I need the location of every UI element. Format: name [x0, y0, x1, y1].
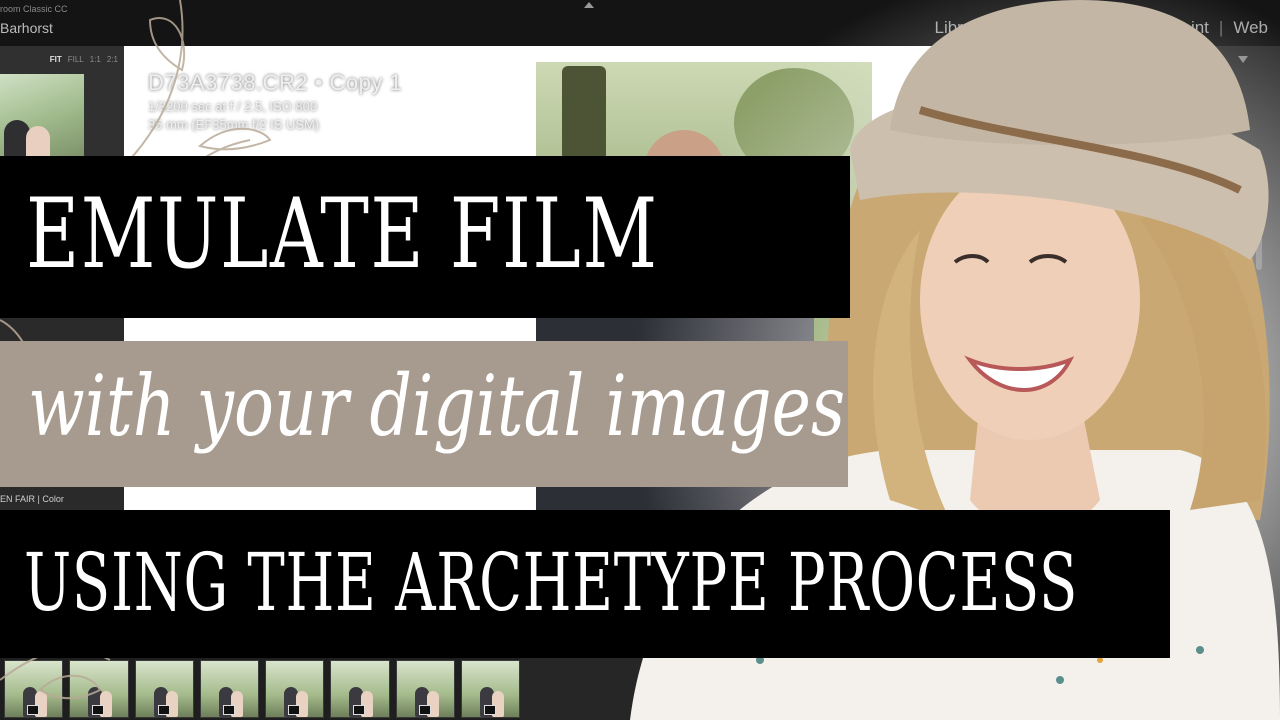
navigator-zoom-option[interactable]: FILL	[68, 55, 84, 64]
photo-exposure: 1/3200 sec at f / 2.5, ISO 800	[148, 99, 318, 114]
title-banner-middle: with your digital images	[0, 341, 848, 487]
filmstrip-thumbnail[interactable]	[460, 660, 520, 718]
navigator-zoom-option[interactable]: FIT	[50, 55, 62, 64]
thumbnail-badge-icon	[92, 705, 105, 715]
navigator-zoom-options: FIT FILL 1:1 2:1	[0, 50, 124, 68]
filmstrip-thumbnail[interactable]	[265, 660, 325, 718]
title-line-archetype-process: USING THE ARCHETYPE PROCESS	[24, 536, 1079, 629]
filmstrip-thumbnail[interactable]	[395, 660, 455, 718]
filmstrip	[0, 658, 520, 720]
filmstrip-thumbnail[interactable]	[134, 660, 194, 718]
thumbnail-badge-icon	[418, 705, 431, 715]
filmstrip-thumbnail[interactable]	[199, 660, 259, 718]
title-line-emulate-film: EMULATE FILM	[26, 178, 659, 290]
thumbnail-badge-icon	[483, 705, 496, 715]
photo-filename: D73A3738.CR2 • Copy 1	[148, 70, 403, 95]
title-banner-top: EMULATE FILM	[0, 156, 850, 318]
title-banner-bottom: USING THE ARCHETYPE PROCESS	[0, 510, 1170, 658]
thumbnail-badge-icon	[27, 705, 39, 715]
filmstrip-thumbnail[interactable]	[69, 660, 129, 718]
title-line-digital-images: with your digital images	[28, 357, 845, 455]
thumbnail-badge-icon	[157, 705, 170, 715]
profile-label: EN FAIR | Color	[0, 494, 64, 504]
navigator-zoom-option[interactable]: 2:1	[107, 55, 118, 64]
navigator-zoom-option[interactable]: 1:1	[90, 55, 101, 64]
filmstrip-thumbnail[interactable]	[4, 660, 64, 718]
thumbnail-badge-icon	[353, 705, 366, 715]
photo-lens: 35 mm (EF35mm f/2 IS USM)	[148, 117, 320, 132]
user-name: Barhorst	[0, 20, 53, 36]
filmstrip-thumbnail[interactable]	[330, 660, 390, 718]
thumbnail-badge-icon	[288, 705, 300, 715]
thumbnail-badge-icon	[222, 705, 235, 715]
app-name: room Classic CC	[0, 4, 68, 14]
photo-info-overlay: D73A3738.CR2 • Copy 1 1/3200 sec at f / …	[148, 70, 402, 132]
